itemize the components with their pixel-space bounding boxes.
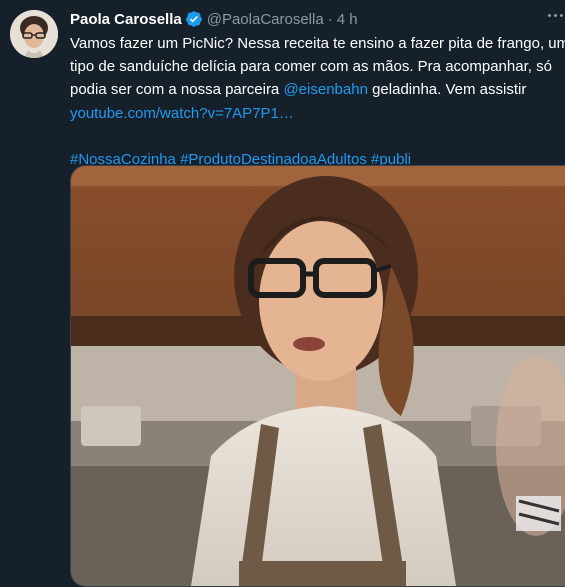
- tweet-text: Vamos fazer um PicNic? Nessa receita te …: [70, 32, 565, 171]
- separator-dot: ·: [327, 10, 333, 28]
- mention-link[interactable]: @eisenbahn: [283, 81, 367, 98]
- youtube-link[interactable]: youtube.com/watch?v=7AP7P1…: [70, 105, 294, 122]
- verified-badge-icon: [185, 10, 203, 28]
- more-dots-icon[interactable]: [543, 14, 563, 20]
- timestamp[interactable]: 4 h: [337, 11, 358, 28]
- avatar[interactable]: [10, 10, 58, 58]
- tweet[interactable]: Paola Carosella @PaolaCarosella · 4 h Va…: [0, 0, 565, 587]
- author-name[interactable]: Paola Carosella: [70, 11, 182, 28]
- tweet-text-part2: geladinha. Vem assistir: [367, 81, 527, 99]
- video-thumbnail[interactable]: [70, 165, 565, 587]
- tweet-header: Paola Carosella @PaolaCarosella · 4 h: [70, 9, 358, 29]
- author-handle[interactable]: @PaolaCarosella: [207, 11, 324, 28]
